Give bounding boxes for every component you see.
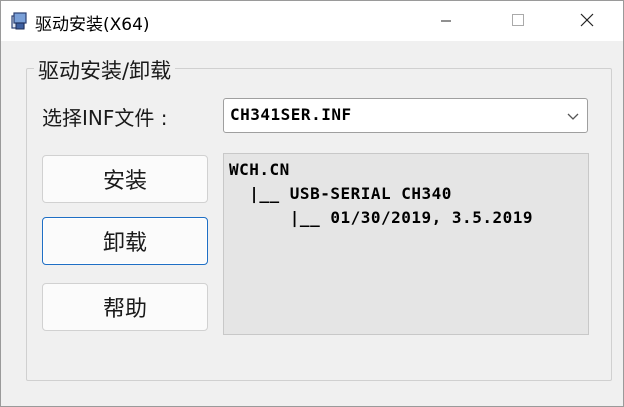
group-title: 驱动安装/卸载 bbox=[34, 55, 176, 85]
maximize-icon bbox=[511, 12, 525, 31]
inf-file-label: 选择INF文件 : bbox=[42, 106, 168, 130]
inf-file-select[interactable]: CH341SER.INF bbox=[223, 98, 588, 133]
minimize-button[interactable] bbox=[423, 1, 469, 41]
info-device: |__ USB-SERIAL CH340 bbox=[229, 184, 452, 203]
driver-setup-icon bbox=[9, 11, 29, 31]
close-button[interactable] bbox=[564, 1, 610, 41]
help-button[interactable]: 帮助 bbox=[42, 283, 208, 331]
close-icon bbox=[580, 12, 594, 31]
chevron-down-icon[interactable] bbox=[565, 108, 581, 124]
uninstall-button[interactable]: 卸载 bbox=[42, 217, 208, 265]
info-vendor: WCH.CN bbox=[229, 160, 290, 179]
info-version: |__ 01/30/2019, 3.5.2019 bbox=[229, 208, 533, 227]
window-title: 驱动安装(X64) bbox=[35, 15, 150, 35]
inf-file-value: CH341SER.INF bbox=[230, 105, 352, 124]
title-bar[interactable]: 驱动安装(X64) bbox=[1, 1, 623, 41]
app-window: 驱动安装(X64) 驱动安装/卸载 选择INF文件 : CH341SER.INF… bbox=[0, 0, 624, 407]
driver-info-panel: WCH.CN |__ USB-SERIAL CH340 |__ 01/30/20… bbox=[223, 153, 589, 335]
maximize-button[interactable] bbox=[495, 1, 541, 41]
minimize-icon bbox=[440, 12, 452, 31]
install-button[interactable]: 安装 bbox=[42, 155, 208, 203]
